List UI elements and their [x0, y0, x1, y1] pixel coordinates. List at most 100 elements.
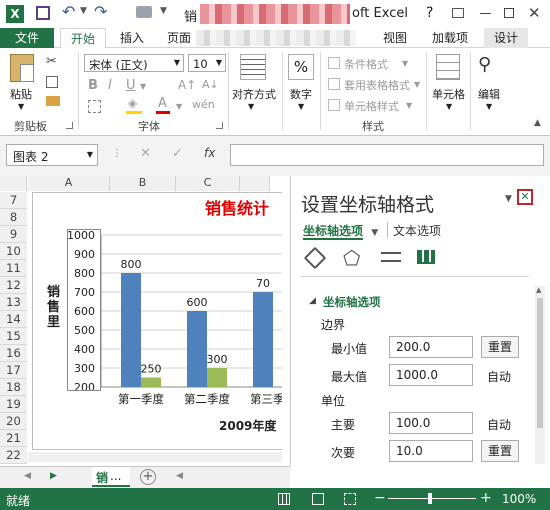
- enter-formula-icon[interactable]: ✓: [172, 146, 183, 161]
- column-header-c[interactable]: C: [176, 176, 240, 191]
- cells-button[interactable]: 单元格: [432, 86, 465, 102]
- data-label[interactable]: 300: [207, 353, 228, 366]
- font-color-button[interactable]: A: [158, 96, 167, 111]
- category-label[interactable]: 第二季度: [184, 392, 230, 406]
- formula-input[interactable]: [230, 144, 544, 166]
- major-value-input[interactable]: 100.0: [389, 412, 473, 434]
- number-dropdown-icon[interactable]: ▼: [298, 102, 304, 111]
- alignment-button[interactable]: 对齐方式: [232, 86, 276, 102]
- max-value-input[interactable]: 1000.0: [389, 364, 473, 386]
- sheet-tab-active[interactable]: 销 ...: [92, 467, 130, 487]
- row-header-13[interactable]: 13: [0, 294, 27, 311]
- font-launcher-icon[interactable]: [216, 122, 223, 129]
- tab-view[interactable]: 视图: [378, 28, 412, 48]
- name-box[interactable]: 图表 2 ▼: [6, 144, 98, 166]
- zoom-slider-track[interactable]: [388, 498, 476, 499]
- tab-axis-options[interactable]: 坐标轴选项 ▼: [303, 222, 378, 239]
- close-window-icon[interactable]: ✕: [528, 4, 541, 22]
- cell-style-dropdown-icon[interactable]: ▼: [406, 101, 412, 110]
- sheet-tab-ellipsis[interactable]: ...: [110, 469, 121, 483]
- minimize-icon[interactable]: [480, 13, 491, 14]
- row-header-15[interactable]: 15: [0, 328, 27, 345]
- clipboard-launcher-icon[interactable]: [66, 122, 73, 129]
- data-label[interactable]: 250: [141, 363, 162, 376]
- min-reset-button[interactable]: 重置: [481, 336, 519, 358]
- pane-close-button[interactable]: ✕: [517, 189, 533, 205]
- border-icon[interactable]: [88, 100, 101, 113]
- row-header-19[interactable]: 19: [0, 396, 27, 413]
- undo-icon[interactable]: ↶: [62, 2, 75, 21]
- format-painter-icon[interactable]: [46, 96, 60, 106]
- row-header-20[interactable]: 20: [0, 413, 27, 430]
- redo-icon[interactable]: ↷: [94, 2, 107, 21]
- formula-bar-grip-icon[interactable]: ⋮: [112, 148, 122, 159]
- fill-line-icon[interactable]: [303, 246, 327, 270]
- cancel-formula-icon[interactable]: ✕: [140, 146, 151, 161]
- row-header-8[interactable]: 8: [0, 209, 27, 226]
- row-header-17[interactable]: 17: [0, 362, 27, 379]
- pane-scrollbar[interactable]: ▲: [535, 286, 545, 464]
- save-icon[interactable]: [36, 6, 50, 20]
- alignment-dropdown-icon[interactable]: ▼: [248, 102, 254, 111]
- section-axis-options[interactable]: 坐标轴选项: [323, 294, 381, 310]
- normal-view-icon[interactable]: [278, 493, 290, 505]
- bar[interactable]: [141, 377, 161, 388]
- increase-font-icon[interactable]: A↑: [178, 78, 196, 92]
- tab-home[interactable]: 开始: [60, 28, 106, 49]
- minor-reset-button[interactable]: 重置: [481, 440, 519, 462]
- number-button[interactable]: 数字: [290, 86, 312, 102]
- column-header-d[interactable]: [240, 176, 270, 191]
- conditional-format-dropdown-icon[interactable]: ▼: [402, 59, 408, 68]
- cut-icon[interactable]: ✂: [46, 54, 57, 69]
- zoom-in-icon[interactable]: +: [480, 490, 492, 506]
- copy-icon[interactable]: [46, 76, 58, 88]
- qat-dropdown-icon[interactable]: ▼: [160, 6, 167, 16]
- row-header-11[interactable]: 11: [0, 260, 27, 277]
- cells-icon[interactable]: [436, 54, 460, 80]
- tab-design[interactable]: 设计: [484, 28, 528, 48]
- phonetic-icon[interactable]: wén: [192, 98, 215, 111]
- tab-addins[interactable]: 加载项: [428, 28, 472, 48]
- next-sheet-icon[interactable]: ▶: [50, 471, 57, 481]
- row-header-14[interactable]: 14: [0, 311, 27, 328]
- bold-button[interactable]: B: [88, 78, 98, 93]
- align-icon[interactable]: [240, 54, 266, 80]
- tab-text-options[interactable]: 文本选项: [393, 222, 441, 239]
- bar[interactable]: [253, 292, 273, 387]
- tab-axis-options-dropdown-icon[interactable]: ▼: [371, 228, 378, 238]
- font-name-select[interactable]: 宋体 (正文) ▼: [84, 54, 184, 72]
- row-header-7[interactable]: 7: [0, 192, 27, 209]
- cell-style-button[interactable]: 单元格样式: [344, 98, 399, 114]
- data-label[interactable]: 70: [256, 277, 270, 290]
- data-label[interactable]: 800: [121, 258, 142, 271]
- excel-logo-icon[interactable]: X: [6, 5, 24, 23]
- italic-button[interactable]: I: [108, 78, 112, 93]
- min-value-input[interactable]: 200.0: [389, 336, 473, 358]
- underline-button[interactable]: U: [126, 78, 136, 93]
- y-axis-title[interactable]: 销售里: [47, 285, 63, 330]
- page-break-icon[interactable]: [344, 493, 356, 505]
- x-axis-title[interactable]: 2009年度: [219, 417, 276, 434]
- column-header-a[interactable]: A: [28, 176, 110, 191]
- camera-icon[interactable]: [136, 6, 152, 18]
- category-label[interactable]: 第一季度: [118, 392, 164, 406]
- chart-area[interactable]: 1000 900 800 700 600 500 400 300 200 800 600 70 250…: [32, 192, 282, 450]
- collapse-ribbon-icon[interactable]: ▲: [534, 118, 541, 128]
- row-header-10[interactable]: 10: [0, 243, 27, 260]
- section-collapse-icon[interactable]: ◢: [309, 296, 316, 306]
- find-binoculars-icon[interactable]: ⚲: [478, 54, 491, 75]
- effects-pentagon-icon[interactable]: ⬠: [343, 246, 360, 270]
- page-layout-icon[interactable]: [312, 493, 324, 505]
- paste-dropdown-icon[interactable]: ▼: [18, 102, 24, 111]
- row-header-16[interactable]: 16: [0, 345, 27, 362]
- zoom-out-icon[interactable]: −: [374, 490, 386, 506]
- selected-axis-box[interactable]: [67, 229, 101, 391]
- row-header-9[interactable]: 9: [0, 226, 27, 243]
- bar[interactable]: [207, 368, 227, 387]
- tab-file[interactable]: 文件: [0, 28, 54, 48]
- insert-function-icon[interactable]: fx: [204, 146, 215, 160]
- column-header-b[interactable]: B: [110, 176, 176, 191]
- category-label[interactable]: 第三季度: [250, 392, 282, 406]
- underline-dropdown-icon[interactable]: ▼: [140, 82, 146, 91]
- ribbon-display-icon[interactable]: [452, 8, 464, 18]
